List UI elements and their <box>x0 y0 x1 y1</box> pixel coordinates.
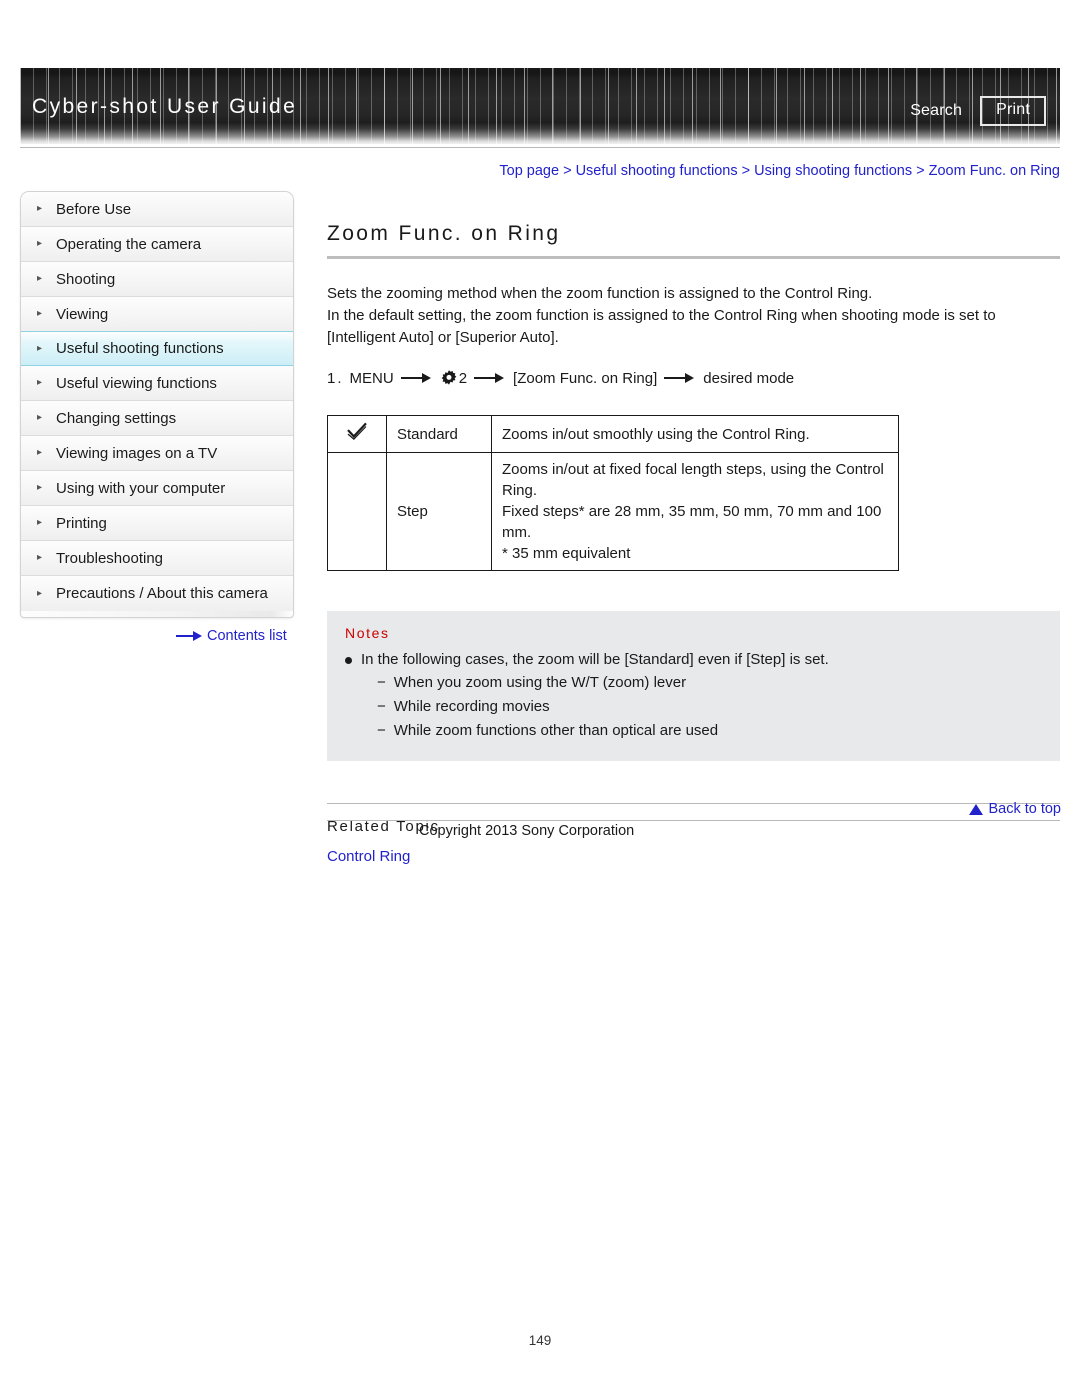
arrow-right-icon <box>176 630 202 642</box>
sidebar-item-label: Changing settings <box>56 409 177 427</box>
main-content: Zoom Func. on Ring Sets the zooming meth… <box>327 222 1060 866</box>
dash-icon: − <box>377 722 386 739</box>
related-divider <box>327 803 1060 804</box>
table-cell-option-name: Standard <box>386 415 492 453</box>
table-cell-description: Zooms in/out smoothly using the Control … <box>491 415 899 453</box>
sidebar-item-label: Viewing <box>56 305 109 323</box>
sidebar-item-label: Using with your computer <box>56 479 226 497</box>
sidebar-item-shooting[interactable]: ▸ Shooting <box>21 262 293 297</box>
sidebar-item-viewing-images-on-a-tv[interactable]: ▸ Viewing images on a TV <box>21 436 293 471</box>
sidebar-item-viewing[interactable]: ▸ Viewing <box>21 297 293 332</box>
print-button[interactable]: Print <box>980 96 1046 126</box>
triangle-right-icon: ▸ <box>37 273 43 284</box>
triangle-right-icon: ▸ <box>37 482 43 493</box>
sidebar-item-using-with-your-computer[interactable]: ▸ Using with your computer <box>21 471 293 506</box>
sidebar-item-label: Shooting <box>56 270 116 288</box>
note-sub-text: When you zoom using the W/T (zoom) lever <box>393 674 687 691</box>
contents-list-link[interactable]: Contents list <box>176 628 287 644</box>
sidebar-item-label: Troubleshooting <box>56 549 164 567</box>
triangle-right-icon: ▸ <box>37 342 43 354</box>
dash-icon: − <box>377 698 386 715</box>
sidebar-item-label: Viewing images on a TV <box>56 444 218 462</box>
table-cell-description: Zooms in/out at fixed focal length steps… <box>491 452 899 571</box>
gear-icon <box>440 369 458 387</box>
site-header: Cyber-shot User Guide Search Print <box>20 68 1060 144</box>
table-cell-option-name: Step <box>386 452 492 571</box>
notes-panel: Notes In the following cases, the zoom w… <box>327 611 1060 761</box>
triangle-right-icon: ▸ <box>37 552 43 563</box>
table-row: Step Zooms in/out at fixed focal length s… <box>327 452 899 571</box>
back-to-top-link[interactable]: Back to top <box>969 801 1061 817</box>
description-line: * 35 mm equivalent <box>502 545 631 562</box>
intro-paragraph-2: In the default setting, the zoom functio… <box>327 307 996 346</box>
arrow-right-icon <box>400 371 433 385</box>
copyright-text: Copyright 2013 Sony Corporation <box>419 823 635 839</box>
note-sub-item: − While recording movies <box>377 695 1042 719</box>
header-actions: Search Print <box>906 96 1046 126</box>
note-sub-item: − While zoom functions other than optical… <box>377 719 1042 743</box>
note-sub-text: While zoom functions other than optical … <box>393 722 719 739</box>
triangle-right-icon: ▸ <box>37 377 43 388</box>
intro-paragraph-1: Sets the zooming method when the zoom fu… <box>327 285 873 302</box>
sidebar-item-label: Operating the camera <box>56 235 202 253</box>
title-divider <box>327 256 1060 259</box>
header-divider <box>20 147 1060 148</box>
site-title: Cyber-shot User Guide <box>32 95 298 118</box>
triangle-right-icon: ▸ <box>37 203 43 214</box>
gear-menu-number: 2 <box>458 369 468 387</box>
step-result-label: desired mode <box>703 369 795 387</box>
dash-icon: − <box>377 674 386 691</box>
page-title: Zoom Func. on Ring <box>327 222 561 245</box>
sidebar-item-operating-the-camera[interactable]: ▸ Operating the camera <box>21 227 293 262</box>
sidebar-item-label: Useful viewing functions <box>56 374 217 392</box>
sidebar-item-precautions-about-this-camera[interactable]: ▸ Precautions / About this camera <box>21 576 293 611</box>
sidebar-item-troubleshooting[interactable]: ▸ Troubleshooting <box>21 541 293 576</box>
bullet-icon <box>345 657 352 664</box>
description-line: Zooms in/out at fixed focal length steps… <box>502 461 884 499</box>
footer-divider <box>327 820 1060 821</box>
sidebar-nav: ▸ Before Use ▸ Operating the camera ▸ Shootin… <box>20 191 294 618</box>
page-number: 149 <box>528 1333 552 1348</box>
sidebar-item-label: Useful shooting functions <box>56 340 224 357</box>
checkmark-icon <box>346 422 368 440</box>
sidebar-item-label: Before Use <box>56 200 132 218</box>
notes-title: Notes <box>345 625 390 641</box>
arrow-right-icon <box>664 371 696 385</box>
sidebar-item-useful-shooting-functions[interactable]: ▸ Useful shooting functions <box>21 331 293 366</box>
note-main-text: In the following cases, the zoom will be… <box>361 651 829 668</box>
table-row: Standard Zooms in/out smoothly using the … <box>327 415 899 453</box>
search-button[interactable]: Search <box>906 100 966 122</box>
step-item-label: [Zoom Func. on Ring] <box>513 369 658 387</box>
sidebar-item-before-use[interactable]: ▸ Before Use <box>21 192 293 227</box>
sidebar-item-label: Printing <box>56 514 107 532</box>
breadcrumb[interactable]: Top page > Useful shooting functions > U… <box>499 163 1060 179</box>
description-line: Fixed steps* are 28 mm, 35 mm, 50 mm, 70… <box>502 503 882 541</box>
triangle-up-icon <box>969 803 984 815</box>
arrow-right-icon <box>474 371 506 385</box>
note-sub-item: − When you zoom using the W/T (zoom) leve… <box>377 671 1042 695</box>
triangle-right-icon: ▸ <box>37 587 43 599</box>
triangle-right-icon: ▸ <box>37 447 43 458</box>
table-cell-check <box>327 415 387 453</box>
triangle-right-icon: ▸ <box>37 308 43 319</box>
options-table: Standard Zooms in/out smoothly using the … <box>327 415 899 571</box>
table-cell-check <box>327 452 387 571</box>
note-sub-text: While recording movies <box>393 698 550 715</box>
step-menu-label: MENU <box>349 369 394 387</box>
sidebar-item-useful-viewing-functions[interactable]: ▸ Useful viewing functions <box>21 366 293 401</box>
sidebar-item-changing-settings[interactable]: ▸ Changing settings <box>21 401 293 436</box>
triangle-right-icon: ▸ <box>37 517 43 528</box>
back-to-top-label: Back to top <box>988 801 1061 817</box>
note-sub-list: − When you zoom using the W/T (zoom) leve… <box>345 671 1042 743</box>
step-number: 1. <box>327 369 344 387</box>
contents-list-label: Contents list <box>207 628 287 644</box>
triangle-right-icon: ▸ <box>37 238 43 249</box>
description-line: Zooms in/out smoothly using the Control … <box>502 425 810 443</box>
related-topic-link[interactable]: Control Ring <box>327 848 410 865</box>
menu-path-step: 1. MENU 2 [Zoom Func. on Ring] desired m… <box>327 369 1060 387</box>
note-main-item: In the following cases, the zoom will be… <box>345 649 1042 671</box>
triangle-right-icon: ▸ <box>37 412 43 423</box>
sidebar-item-label: Precautions / About this camera <box>56 585 268 602</box>
sidebar-item-printing[interactable]: ▸ Printing <box>21 506 293 541</box>
